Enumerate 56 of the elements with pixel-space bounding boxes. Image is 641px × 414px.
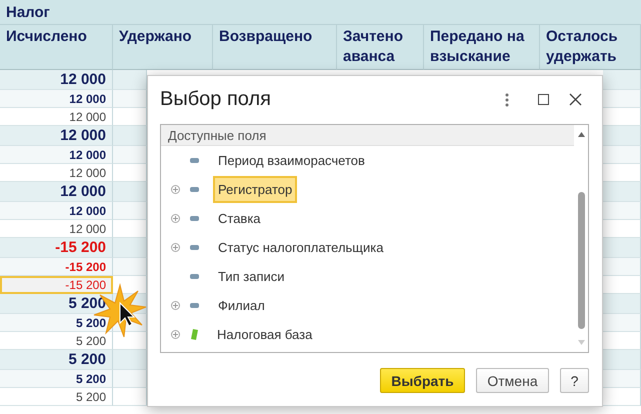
tree-item[interactable]: Статус налогоплательщика bbox=[213, 234, 388, 261]
tree-item[interactable]: Налоговая база bbox=[212, 320, 318, 348]
column-header[interactable]: Передано на взыскание bbox=[424, 25, 540, 70]
cancel-button[interactable]: Отмена bbox=[476, 368, 549, 393]
table-cell: 12 000 bbox=[0, 146, 113, 164]
tree-item[interactable]: Тип записи bbox=[213, 262, 290, 290]
field-icon bbox=[190, 158, 199, 163]
group-header: Налог bbox=[0, 0, 641, 25]
expand-icon[interactable] bbox=[171, 300, 180, 310]
table-cell: -15 200 bbox=[0, 276, 113, 294]
leaf-icon bbox=[191, 328, 198, 340]
table-cell: -15 200 bbox=[0, 258, 113, 276]
help-button[interactable]: ? bbox=[560, 368, 589, 393]
tree-header: Доступные поля bbox=[161, 124, 574, 146]
empty-cell bbox=[603, 182, 641, 202]
empty-cell bbox=[603, 238, 641, 258]
scroll-up-icon[interactable] bbox=[578, 132, 584, 137]
table-cell: 5 200 bbox=[0, 314, 113, 332]
select-button[interactable]: Выбрать bbox=[380, 368, 465, 393]
column-header[interactable]: Исчислено bbox=[0, 25, 113, 70]
column-header[interactable]: Зачтено аванса bbox=[337, 25, 424, 70]
empty-cell bbox=[603, 350, 641, 370]
tree-item[interactable]: Филиал bbox=[213, 292, 270, 319]
tree-item[interactable]: Ставка bbox=[213, 204, 266, 232]
field-icon bbox=[190, 244, 199, 250]
column-header[interactable]: Осталось удержать bbox=[540, 25, 641, 70]
table-cell: -15 200 bbox=[0, 238, 113, 258]
empty-cell bbox=[603, 126, 641, 146]
table-cell: 12 000 bbox=[0, 126, 113, 146]
field-icon bbox=[190, 216, 199, 221]
dialog-title: Выбор поля bbox=[160, 88, 271, 112]
scroll-down-icon[interactable] bbox=[578, 340, 584, 345]
tree-item[interactable]: Период взаиморасчетов bbox=[213, 146, 370, 174]
table-cell: 12 000 bbox=[0, 108, 113, 126]
field-icon bbox=[190, 302, 199, 308]
table-cell: 12 000 bbox=[0, 164, 113, 182]
expand-icon[interactable] bbox=[171, 330, 180, 339]
table-cell: 5 200 bbox=[0, 332, 113, 350]
empty-cell bbox=[603, 294, 641, 314]
tree-item[interactable]: Регистратор bbox=[213, 176, 298, 203]
table-cell: 5 200 bbox=[0, 350, 113, 370]
expand-icon[interactable] bbox=[171, 242, 180, 252]
table-cell: 5 200 bbox=[0, 370, 113, 388]
table-cell: 12 000 bbox=[0, 220, 113, 238]
table-cell: 12 000 bbox=[0, 202, 113, 220]
column-header[interactable]: Возвращено bbox=[213, 25, 337, 70]
table-cell: 5 200 bbox=[0, 388, 113, 406]
expand-icon[interactable] bbox=[171, 214, 180, 223]
table-cell: 12 000 bbox=[0, 182, 113, 202]
field-icon bbox=[190, 186, 199, 192]
empty-cell bbox=[603, 70, 641, 90]
column-header[interactable]: Удержано bbox=[113, 25, 213, 70]
field-icon bbox=[190, 274, 199, 279]
table-cell: 12 000 bbox=[0, 70, 113, 90]
expand-icon[interactable] bbox=[171, 184, 180, 194]
table-cell: 12 000 bbox=[0, 90, 113, 108]
